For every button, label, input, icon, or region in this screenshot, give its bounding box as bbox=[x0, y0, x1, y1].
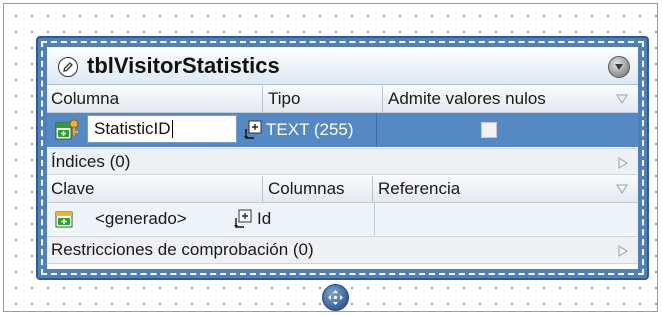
plus-expand-icon[interactable] bbox=[232, 203, 254, 235]
text-caret bbox=[171, 120, 173, 138]
key-header-columns[interactable]: Columnas bbox=[262, 176, 345, 202]
edit-pencil-icon[interactable] bbox=[58, 57, 78, 77]
collapse-down-icon[interactable] bbox=[608, 56, 630, 78]
column-divider bbox=[376, 113, 377, 147]
expand-triangle-icon[interactable] bbox=[618, 157, 628, 169]
nullable-checkbox[interactable] bbox=[481, 122, 497, 138]
sort-triangle-icon[interactable] bbox=[616, 94, 628, 104]
expand-triangle-icon[interactable] bbox=[618, 245, 628, 257]
table-title-bar[interactable]: tblVisitorStatistics bbox=[47, 47, 638, 85]
indexes-section[interactable]: Índices (0) bbox=[47, 148, 638, 175]
key-header-key[interactable]: Clave bbox=[51, 176, 94, 202]
checks-label: Restricciones de comprobación (0) bbox=[51, 240, 314, 259]
key-row[interactable]: <generado> Id bbox=[47, 203, 638, 235]
key-columns-value[interactable]: Id bbox=[257, 203, 271, 235]
column-name-value: StatisticID bbox=[94, 119, 171, 138]
indexes-label: Índices (0) bbox=[51, 151, 131, 171]
checks-section[interactable]: Restricciones de comprobación (0) bbox=[47, 236, 638, 264]
key-divider bbox=[374, 203, 375, 235]
column-row[interactable]: StatisticID TEXT (255) bbox=[47, 113, 638, 147]
column-header-type[interactable]: Tipo bbox=[262, 86, 300, 112]
key-header-reference[interactable]: Referencia bbox=[372, 176, 460, 202]
table-name[interactable]: tblVisitorStatistics bbox=[87, 53, 280, 79]
design-canvas[interactable]: tblVisitorStatistics Columna Tipo Admite… bbox=[3, 3, 658, 312]
column-name-input[interactable]: StatisticID bbox=[87, 115, 237, 143]
column-header-name[interactable]: Columna bbox=[51, 86, 119, 112]
sort-triangle-icon[interactable] bbox=[616, 184, 628, 194]
table-design-box[interactable]: tblVisitorStatistics Columna Tipo Admite… bbox=[36, 36, 649, 280]
column-type-value[interactable]: TEXT (255) bbox=[266, 113, 354, 147]
keys-header: Clave Columnas Referencia bbox=[47, 176, 638, 203]
key-constraint-icon bbox=[55, 203, 79, 235]
column-header-nullable[interactable]: Admite valores nulos bbox=[382, 86, 546, 112]
table-body: tblVisitorStatistics Columna Tipo Admite… bbox=[47, 47, 638, 269]
nullable-checkbox-cell bbox=[481, 113, 497, 147]
move-handle-icon[interactable] bbox=[322, 284, 349, 311]
primary-key-column-icon bbox=[55, 113, 81, 147]
columns-header: Columna Tipo Admite valores nulos bbox=[47, 86, 638, 113]
plus-expand-icon[interactable] bbox=[242, 113, 264, 147]
key-name-value[interactable]: <generado> bbox=[95, 203, 187, 235]
